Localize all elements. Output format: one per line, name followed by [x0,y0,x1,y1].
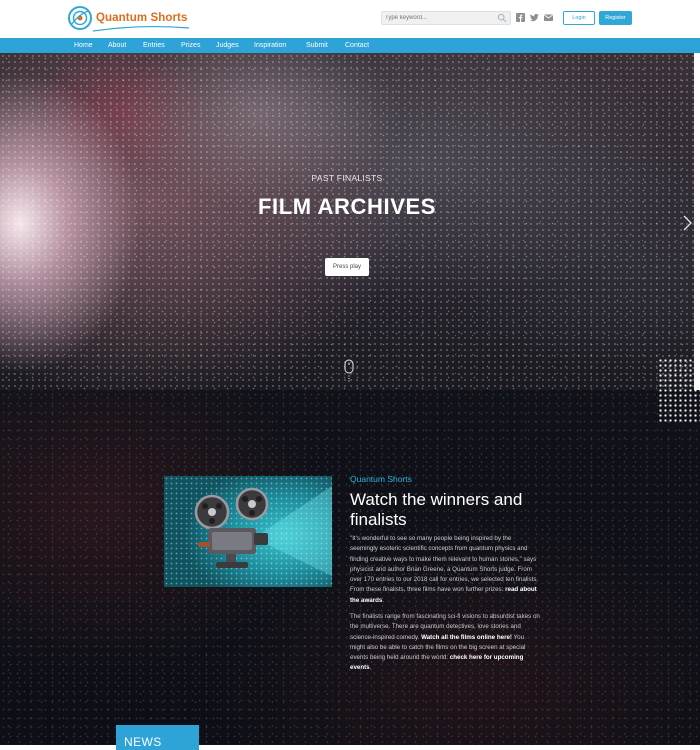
news-label: NEWS [124,735,162,749]
hero-banner: PAST FINALISTS FILM ARCHIVES Press play [0,53,694,390]
intro-paragraph-end: . [382,596,385,604]
scroll-mouse-icon[interactable] [344,359,354,383]
search-box [381,11,511,25]
quantum-logo-icon [68,6,92,30]
nav-item-judges[interactable]: Judges [216,38,239,53]
page-edge-strip [694,53,700,390]
site-header: Quantum Shorts Login Register [0,0,700,38]
nav-item-contact[interactable]: Contact [345,38,369,53]
nav-item-home[interactable]: Home [74,38,93,53]
news-tab[interactable]: NEWS [116,725,199,750]
film-projector-image [164,476,332,587]
news-divider [0,745,700,750]
film-projector-icon [194,486,332,576]
logo-text: Quantum Shorts [96,12,188,24]
facebook-icon[interactable] [516,13,525,22]
finalists-paragraph: The finalists range from fascinating sci… [350,612,540,674]
logo-swoosh-icon [92,25,190,32]
nav-item-entries[interactable]: Entries [143,38,165,53]
hero-dot-pattern [0,53,694,390]
winners-section: Quantum Shorts Watch the winners and fin… [0,390,700,750]
press-play-button[interactable]: Press play [325,258,369,276]
nav-item-inspiration[interactable]: Inspiration [254,38,286,53]
intro-paragraph: "It's wonderful to see so many people be… [350,534,540,606]
register-button[interactable]: Register [599,11,632,25]
finalists-paragraph-end: . [369,664,372,672]
section-kicker: Quantum Shorts [350,474,412,484]
email-icon[interactable] [544,13,553,22]
intro-paragraph-text: "It's wonderful to see so many people be… [350,535,539,594]
hero-kicker: PAST FINALISTS [311,173,383,183]
search-input[interactable] [385,12,495,24]
decorative-dot-cluster [658,358,700,422]
twitter-icon[interactable] [530,13,539,22]
nav-item-about[interactable]: About [108,38,126,53]
site-logo[interactable]: Quantum Shorts [67,3,190,33]
hero-title: FILM ARCHIVES [257,194,437,219]
section-title: Watch the winners and finalists [350,490,523,529]
nav-item-submit[interactable]: Submit [306,38,328,53]
login-button[interactable]: Login [563,11,595,25]
main-nav: Home About Entries Prizes Judges Inspira… [0,38,700,53]
watch-films-link[interactable]: Watch all the films online here! [421,634,512,641]
search-icon[interactable] [497,13,507,23]
nav-item-prizes[interactable]: Prizes [181,38,200,53]
chevron-right-icon[interactable] [683,215,692,231]
